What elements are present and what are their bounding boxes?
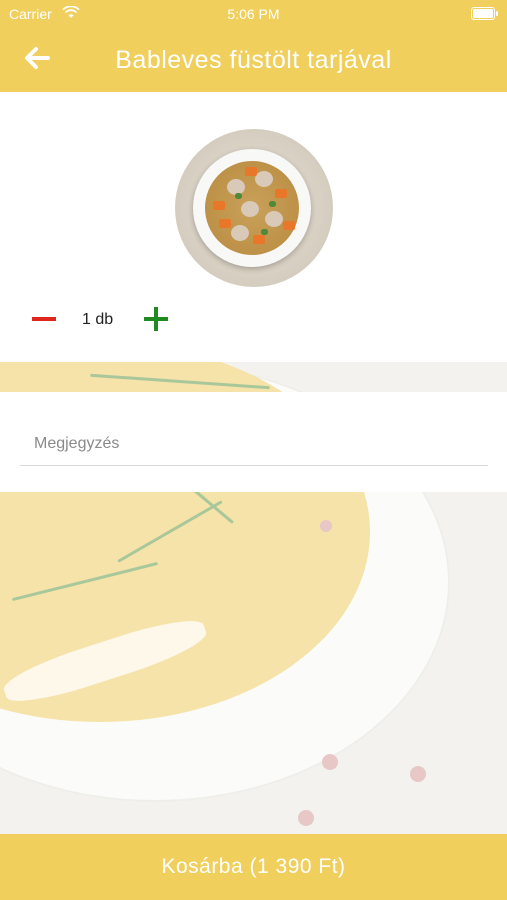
note-panel — [0, 392, 507, 492]
berry — [320, 520, 332, 532]
back-button[interactable] — [14, 40, 60, 80]
bowl-shape — [193, 149, 311, 267]
increase-quantity-button[interactable] — [138, 303, 174, 335]
quantity-stepper: 1 db — [0, 299, 507, 339]
berry — [410, 766, 426, 782]
battery-icon — [471, 7, 498, 20]
status-time: 5:06 PM — [227, 6, 280, 22]
decrease-quantity-button[interactable] — [26, 303, 62, 335]
quantity-label: 1 db — [82, 311, 114, 328]
status-bar: Carrier 5:06 PM — [0, 0, 507, 28]
add-to-cart-button[interactable]: Kosárba (1 390 Ft) — [0, 834, 507, 900]
page-title: Bableves füstölt tarjával — [115, 46, 392, 74]
broth-shape — [205, 161, 299, 255]
soup-bowl-image — [175, 129, 333, 287]
berry — [322, 754, 338, 770]
arrow-left-icon — [24, 46, 50, 75]
navigation-bar: Bableves füstölt tarjával — [0, 28, 507, 92]
product-panel: 1 db — [0, 92, 507, 362]
berry — [298, 810, 314, 826]
note-input[interactable] — [20, 422, 488, 466]
